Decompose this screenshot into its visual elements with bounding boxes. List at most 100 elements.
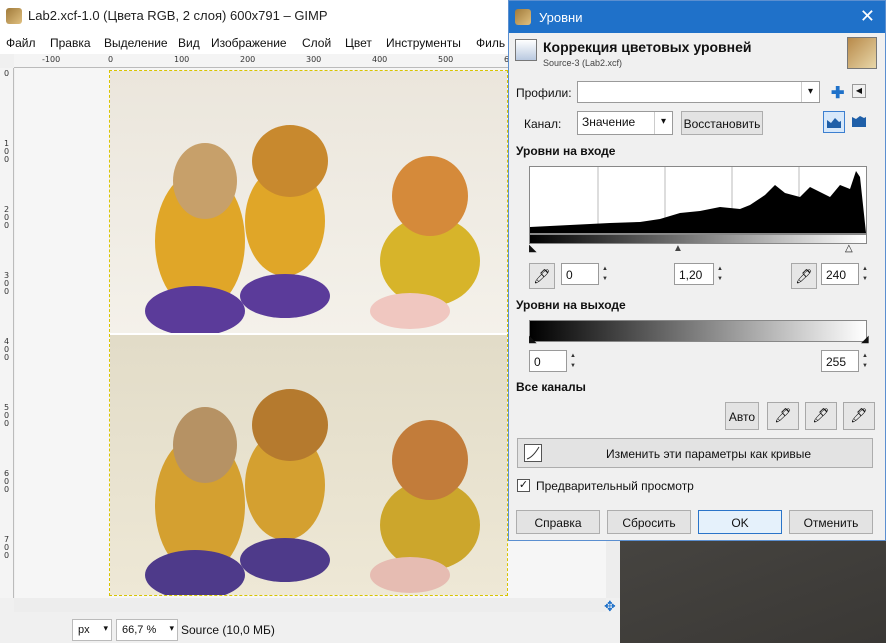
menu-color[interactable]: Цвет <box>345 36 372 50</box>
reset-channel-button[interactable]: Восстановить <box>681 111 763 135</box>
levels-icon <box>515 39 537 61</box>
edit-as-curves-button[interactable]: Изменить эти параметры как кривые <box>517 438 873 468</box>
ruler-label: 0 <box>4 69 10 78</box>
dialog-heading: Коррекция цветовых уровней <box>543 39 752 55</box>
spin-arrows-icon[interactable]: ▲ ▼ <box>860 264 870 284</box>
help-button[interactable]: Справка <box>516 510 600 534</box>
ruler-label: 300 <box>306 55 322 64</box>
ruler-label: -100 <box>42 55 61 64</box>
chevron-down-icon: ▾ <box>801 82 819 102</box>
output-high-handle[interactable]: ◢ <box>861 335 869 345</box>
pick-white-picker-icon[interactable]: 🖊 <box>843 402 875 430</box>
curves-icon <box>524 444 542 462</box>
ruler-label: 100 <box>174 55 190 64</box>
input-gradient <box>529 234 867 244</box>
output-levels-label: Уровни на выходе <box>516 298 626 312</box>
preview-label: Предварительный просмотр <box>536 479 694 493</box>
output-low-value: 0 <box>534 355 541 369</box>
spin-arrows-icon[interactable]: ▲ ▼ <box>715 264 725 284</box>
input-gamma-handle[interactable]: ▲ <box>673 244 683 254</box>
ruler-label: 1 0 0 <box>4 139 10 164</box>
menu-select[interactable]: Выделение <box>104 36 168 50</box>
menu-view[interactable]: Вид <box>178 36 200 50</box>
profiles-label: Профили: <box>516 86 572 100</box>
menu-filters[interactable]: Филь <box>476 36 505 50</box>
status-text: Source (10,0 МБ) <box>181 623 275 637</box>
input-low-field[interactable]: 0 ▲ ▼ <box>561 263 608 285</box>
input-gamma-field[interactable]: 1,20 ▲ ▼ <box>674 263 723 285</box>
chevron-down-icon: ▾ <box>103 623 108 633</box>
dialog-titlebar[interactable]: Уровни ✕ <box>509 1 885 33</box>
profiles-combo[interactable]: ▾ <box>577 81 820 103</box>
gimp-window-title: Lab2.xcf-1.0 (Цвета RGB, 2 слоя) 600x791… <box>28 8 328 23</box>
preset-menu-icon[interactable]: ◀ <box>852 84 866 98</box>
all-channels-label: Все каналы <box>516 380 586 394</box>
toys-photo-original <box>110 71 507 336</box>
spin-arrows-icon[interactable]: ▲ ▼ <box>600 264 610 284</box>
output-low-handle[interactable]: ◣ <box>529 335 537 345</box>
toys-photo-illustration <box>145 389 480 595</box>
ruler-label: 3 0 0 <box>4 271 10 296</box>
auto-button[interactable]: Авто <box>725 402 759 430</box>
ruler-label: 400 <box>372 55 388 64</box>
zoom-value: 66,7 % <box>122 624 157 636</box>
ruler-label: 7 0 0 <box>4 535 10 560</box>
gimp-app-icon <box>515 9 531 25</box>
ruler-label: 2 0 0 <box>4 205 10 230</box>
menu-edit[interactable]: Правка <box>50 36 91 50</box>
black-point-picker-icon[interactable]: 🖊 <box>529 263 555 289</box>
channel-label: Канал: <box>524 117 562 131</box>
channel-value: Значение <box>582 115 636 129</box>
channel-combo[interactable]: Значение ▾ <box>577 111 673 135</box>
pick-black-picker-icon[interactable]: 🖊 <box>767 402 799 430</box>
ruler-vertical[interactable]: 0 1 0 0 2 0 0 3 0 0 4 0 0 5 0 0 6 0 0 7 … <box>0 68 14 598</box>
histogram-graph <box>530 167 866 233</box>
output-low-field[interactable]: 0 ▲ ▼ <box>529 350 576 372</box>
ruler-label: 200 <box>240 55 256 64</box>
levels-dialog: Уровни ✕ Коррекция цветовых уровней Sour… <box>508 0 886 541</box>
ruler-label: 6 0 0 <box>4 469 10 494</box>
spin-arrows-icon[interactable]: ▲ ▼ <box>860 351 870 371</box>
add-preset-icon[interactable]: ✚ <box>831 83 844 103</box>
input-low-value: 0 <box>566 268 573 282</box>
close-icon[interactable]: ✕ <box>860 6 875 27</box>
preview-checkbox[interactable]: ✓ <box>517 479 530 492</box>
ruler-label: 5 0 0 <box>4 403 10 428</box>
output-gradient <box>529 320 867 342</box>
menu-tools[interactable]: Инструменты <box>386 36 461 50</box>
linear-histogram-icon[interactable] <box>823 111 845 133</box>
menu-file[interactable]: Файл <box>6 36 36 50</box>
input-low-handle[interactable]: ◣ <box>529 244 537 254</box>
output-high-field[interactable]: 255 ▲ ▼ <box>821 350 868 372</box>
histogram[interactable] <box>529 166 867 234</box>
spin-arrows-icon[interactable]: ▲ ▼ <box>568 351 578 371</box>
ruler-label: 0 <box>108 55 114 64</box>
unit-select[interactable]: px ▾ <box>72 619 112 641</box>
dialog-subheading: Source-3 (Lab2.xcf) <box>543 58 623 68</box>
cancel-button[interactable]: Отменить <box>789 510 873 534</box>
input-high-value: 240 <box>826 268 847 282</box>
input-levels-label: Уровни на входе <box>516 144 616 158</box>
gimp-app-icon <box>6 8 22 24</box>
reset-button[interactable]: Сбросить <box>607 510 691 534</box>
unit-value: px <box>78 624 90 636</box>
input-high-field[interactable]: 240 ▲ ▼ <box>821 263 868 285</box>
toys-photo-copy <box>110 335 507 595</box>
dialog-title: Уровни <box>539 10 583 25</box>
zoom-select[interactable]: 66,7 % ▾ <box>116 619 178 641</box>
log-histogram-icon[interactable] <box>849 111 871 133</box>
ok-button[interactable]: OK <box>698 510 782 534</box>
image-canvas[interactable] <box>109 70 508 596</box>
output-high-value: 255 <box>826 355 847 369</box>
chevron-down-icon: ▾ <box>169 623 174 633</box>
ruler-label: 4 0 0 <box>4 337 10 362</box>
pick-gray-picker-icon[interactable]: 🖊 <box>805 402 837 430</box>
white-point-picker-icon[interactable]: 🖊 <box>791 263 817 289</box>
ruler-label: 500 <box>438 55 454 64</box>
menu-image[interactable]: Изображение <box>211 36 287 50</box>
layer-thumbnail <box>847 37 877 69</box>
edit-as-curves-label: Изменить эти параметры как кривые <box>606 447 812 461</box>
menu-layer[interactable]: Слой <box>302 36 331 50</box>
horizontal-scrollbar[interactable] <box>14 598 606 612</box>
input-high-handle[interactable]: △ <box>845 244 853 254</box>
